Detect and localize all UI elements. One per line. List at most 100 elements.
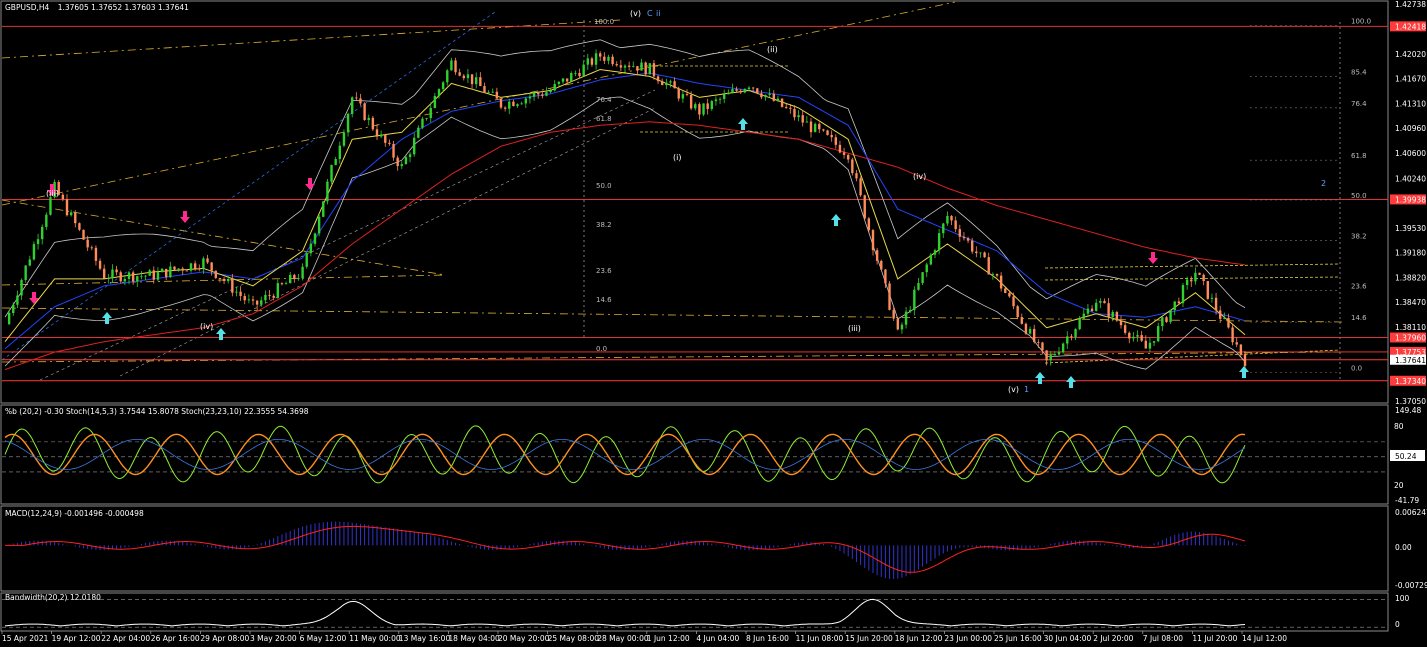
wave-label: ii (656, 9, 660, 18)
candle-body (268, 294, 271, 296)
candle-body (384, 134, 387, 143)
candle-body (619, 65, 623, 68)
candle-body (1210, 297, 1214, 299)
candle-body (884, 269, 887, 284)
candle-body (49, 197, 52, 215)
candle-body (1136, 335, 1139, 337)
wave-label: (v) (1008, 385, 1019, 394)
candle-body (1045, 350, 1048, 361)
price-tick: 1.40240 (1395, 174, 1426, 183)
candle-body (780, 98, 784, 107)
candle-body (987, 257, 990, 275)
candle-body (520, 103, 523, 105)
candle-body (826, 130, 829, 135)
candle-body (367, 117, 370, 121)
candle-body (863, 195, 866, 219)
price-tick: 1.37050 (1395, 397, 1426, 406)
candle-body (776, 98, 780, 101)
candle-body (875, 250, 879, 261)
candle-body (1148, 342, 1152, 349)
time-tick-label: 11 Jul 20:00 (1192, 634, 1237, 643)
osc-mark: 20 (1394, 481, 1404, 490)
fib-label: 61.8 (596, 115, 612, 123)
time-tick-label: 23 Jun 00:00 (944, 634, 992, 643)
candle-body (789, 107, 792, 109)
candle-body (425, 118, 428, 119)
candle-body (450, 60, 453, 71)
candle-body (123, 278, 127, 282)
candle-body (627, 65, 631, 67)
candle-body (1161, 317, 1164, 327)
fib-label: 14.6 (596, 296, 612, 304)
fib-level-label: 76.4 (1351, 100, 1367, 108)
candle-body (913, 289, 916, 311)
candle-body (723, 94, 726, 99)
candle-body (532, 92, 536, 97)
time-tick-label: 19 Apr 12:00 (52, 634, 101, 643)
candle-body (41, 226, 44, 240)
candle-body (466, 74, 470, 79)
candle-body (714, 99, 718, 102)
candle-body (243, 295, 246, 301)
candle-body (1095, 302, 1098, 311)
candle-body (1206, 281, 1209, 299)
candle-body (74, 212, 77, 224)
candle-body (933, 250, 937, 255)
candle-body (36, 239, 40, 245)
candle-body (148, 270, 151, 276)
candle-body (694, 104, 697, 109)
candle-body (334, 159, 337, 166)
candle-body (1070, 336, 1073, 338)
wave-label: 2 (1321, 179, 1326, 188)
time-tick-label: 6 May 12:00 (300, 634, 347, 643)
chart-canvas[interactable]: 100.085.476.461.850.038.223.614.60.0 1.4… (0, 0, 1427, 647)
candle-body (264, 294, 267, 301)
candle-body (61, 194, 65, 200)
price-tick: 1.41670 (1395, 75, 1426, 84)
candle-body (867, 218, 871, 231)
candle-body (689, 94, 693, 109)
wave-label: C (647, 9, 653, 18)
candle-body (487, 92, 490, 94)
candle-body (156, 272, 160, 280)
price-tick: 1.40960 (1395, 124, 1426, 133)
candle-body (127, 272, 131, 279)
candle-body (499, 98, 503, 108)
chart-background (0, 0, 1427, 647)
candle-body (574, 72, 577, 74)
candle-body (119, 272, 122, 282)
candle-body (702, 103, 705, 115)
candle-body (528, 96, 532, 99)
candle-body (925, 264, 928, 273)
candle-body (470, 74, 474, 85)
fib-level-label: 100.0 (1351, 17, 1371, 25)
candle-body (855, 173, 858, 179)
candle-body (958, 229, 961, 237)
candle-body (727, 92, 730, 95)
candle-body (607, 56, 610, 61)
candle-body (772, 93, 775, 101)
candle-body (743, 88, 747, 93)
candle-body (1004, 288, 1007, 293)
candle-body (475, 77, 478, 85)
candle-body (454, 60, 457, 73)
candle-body (1157, 326, 1160, 342)
candle-body (785, 106, 788, 108)
candle-body (888, 283, 891, 310)
candle-body (111, 269, 114, 279)
fib-level-label: 14.6 (1351, 314, 1367, 322)
time-tick-label: 1 Jun 12:00 (647, 634, 690, 643)
time-tick-label: 11 May 00:00 (349, 634, 401, 643)
candle-body (1066, 336, 1069, 344)
price-tick: 1.38470 (1395, 298, 1426, 307)
candle-body (12, 304, 15, 314)
candle-body (921, 272, 924, 284)
candle-body (1185, 279, 1189, 286)
candle-body (1140, 335, 1143, 341)
candle-body (462, 75, 465, 79)
candle-body (231, 278, 234, 293)
candle-body (1111, 312, 1114, 318)
candle-body (1061, 343, 1065, 352)
candle-body (483, 86, 486, 93)
candle-body (313, 233, 317, 244)
